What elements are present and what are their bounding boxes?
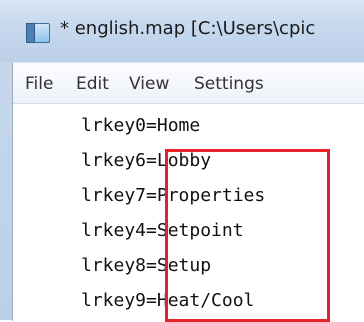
code-line: lrkey4=Setpoint: [81, 220, 244, 241]
title-bar[interactable]: * english.map [C:\Users\cpic: [0, 0, 364, 62]
code-line: lrkey7=Properties: [81, 185, 266, 206]
text-editor[interactable]: lrkey0=Home lrkey6=Lobby lrkey7=Properti…: [13, 104, 364, 321]
menu-edit[interactable]: Edit: [76, 74, 109, 94]
window-title: * english.map [C:\Users\cpic: [60, 18, 316, 39]
code-line: lrkey9=Heat/Cool: [81, 290, 255, 311]
menu-view[interactable]: View: [129, 74, 169, 94]
menu-settings[interactable]: Settings: [194, 74, 264, 94]
code-line: lrkey6=Lobby: [81, 150, 212, 171]
notepad-app-icon[interactable]: [26, 23, 50, 43]
editor-window: * english.map [C:\Users\cpic File Edit V…: [0, 0, 364, 322]
client-area: File Edit View Settings lrkey0=Home lrke…: [12, 62, 364, 321]
menu-file[interactable]: File: [25, 74, 53, 94]
code-line: lrkey8=Setup: [81, 255, 212, 276]
code-line: lrkey0=Home: [81, 115, 201, 136]
menu-bar: File Edit View Settings: [13, 63, 364, 104]
